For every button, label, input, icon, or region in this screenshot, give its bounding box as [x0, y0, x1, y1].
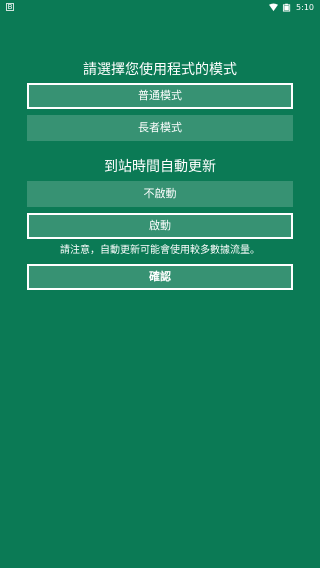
- clock: 5:10: [296, 2, 314, 12]
- auto-update-on-button[interactable]: 啟動: [27, 213, 293, 239]
- status-icons: 5:10: [269, 1, 314, 13]
- elderly-mode-button[interactable]: 長者模式: [27, 115, 293, 141]
- data-usage-note: 請注意，自動更新可能會使用較多數據流量。: [60, 245, 260, 256]
- status-bar: B 5:10: [0, 0, 320, 14]
- notification-icon-text: B: [7, 3, 13, 11]
- battery-icon: [282, 3, 291, 12]
- notification-icon: B: [6, 3, 14, 11]
- normal-mode-button[interactable]: 普通模式: [27, 83, 293, 109]
- mode-title: 請選擇您使用程式的模式: [83, 62, 237, 78]
- auto-update-off-button[interactable]: 不啟動: [27, 181, 293, 207]
- wifi-icon: [269, 2, 279, 11]
- auto-update-title: 到站時間自動更新: [104, 159, 216, 175]
- confirm-button[interactable]: 確認: [27, 264, 293, 290]
